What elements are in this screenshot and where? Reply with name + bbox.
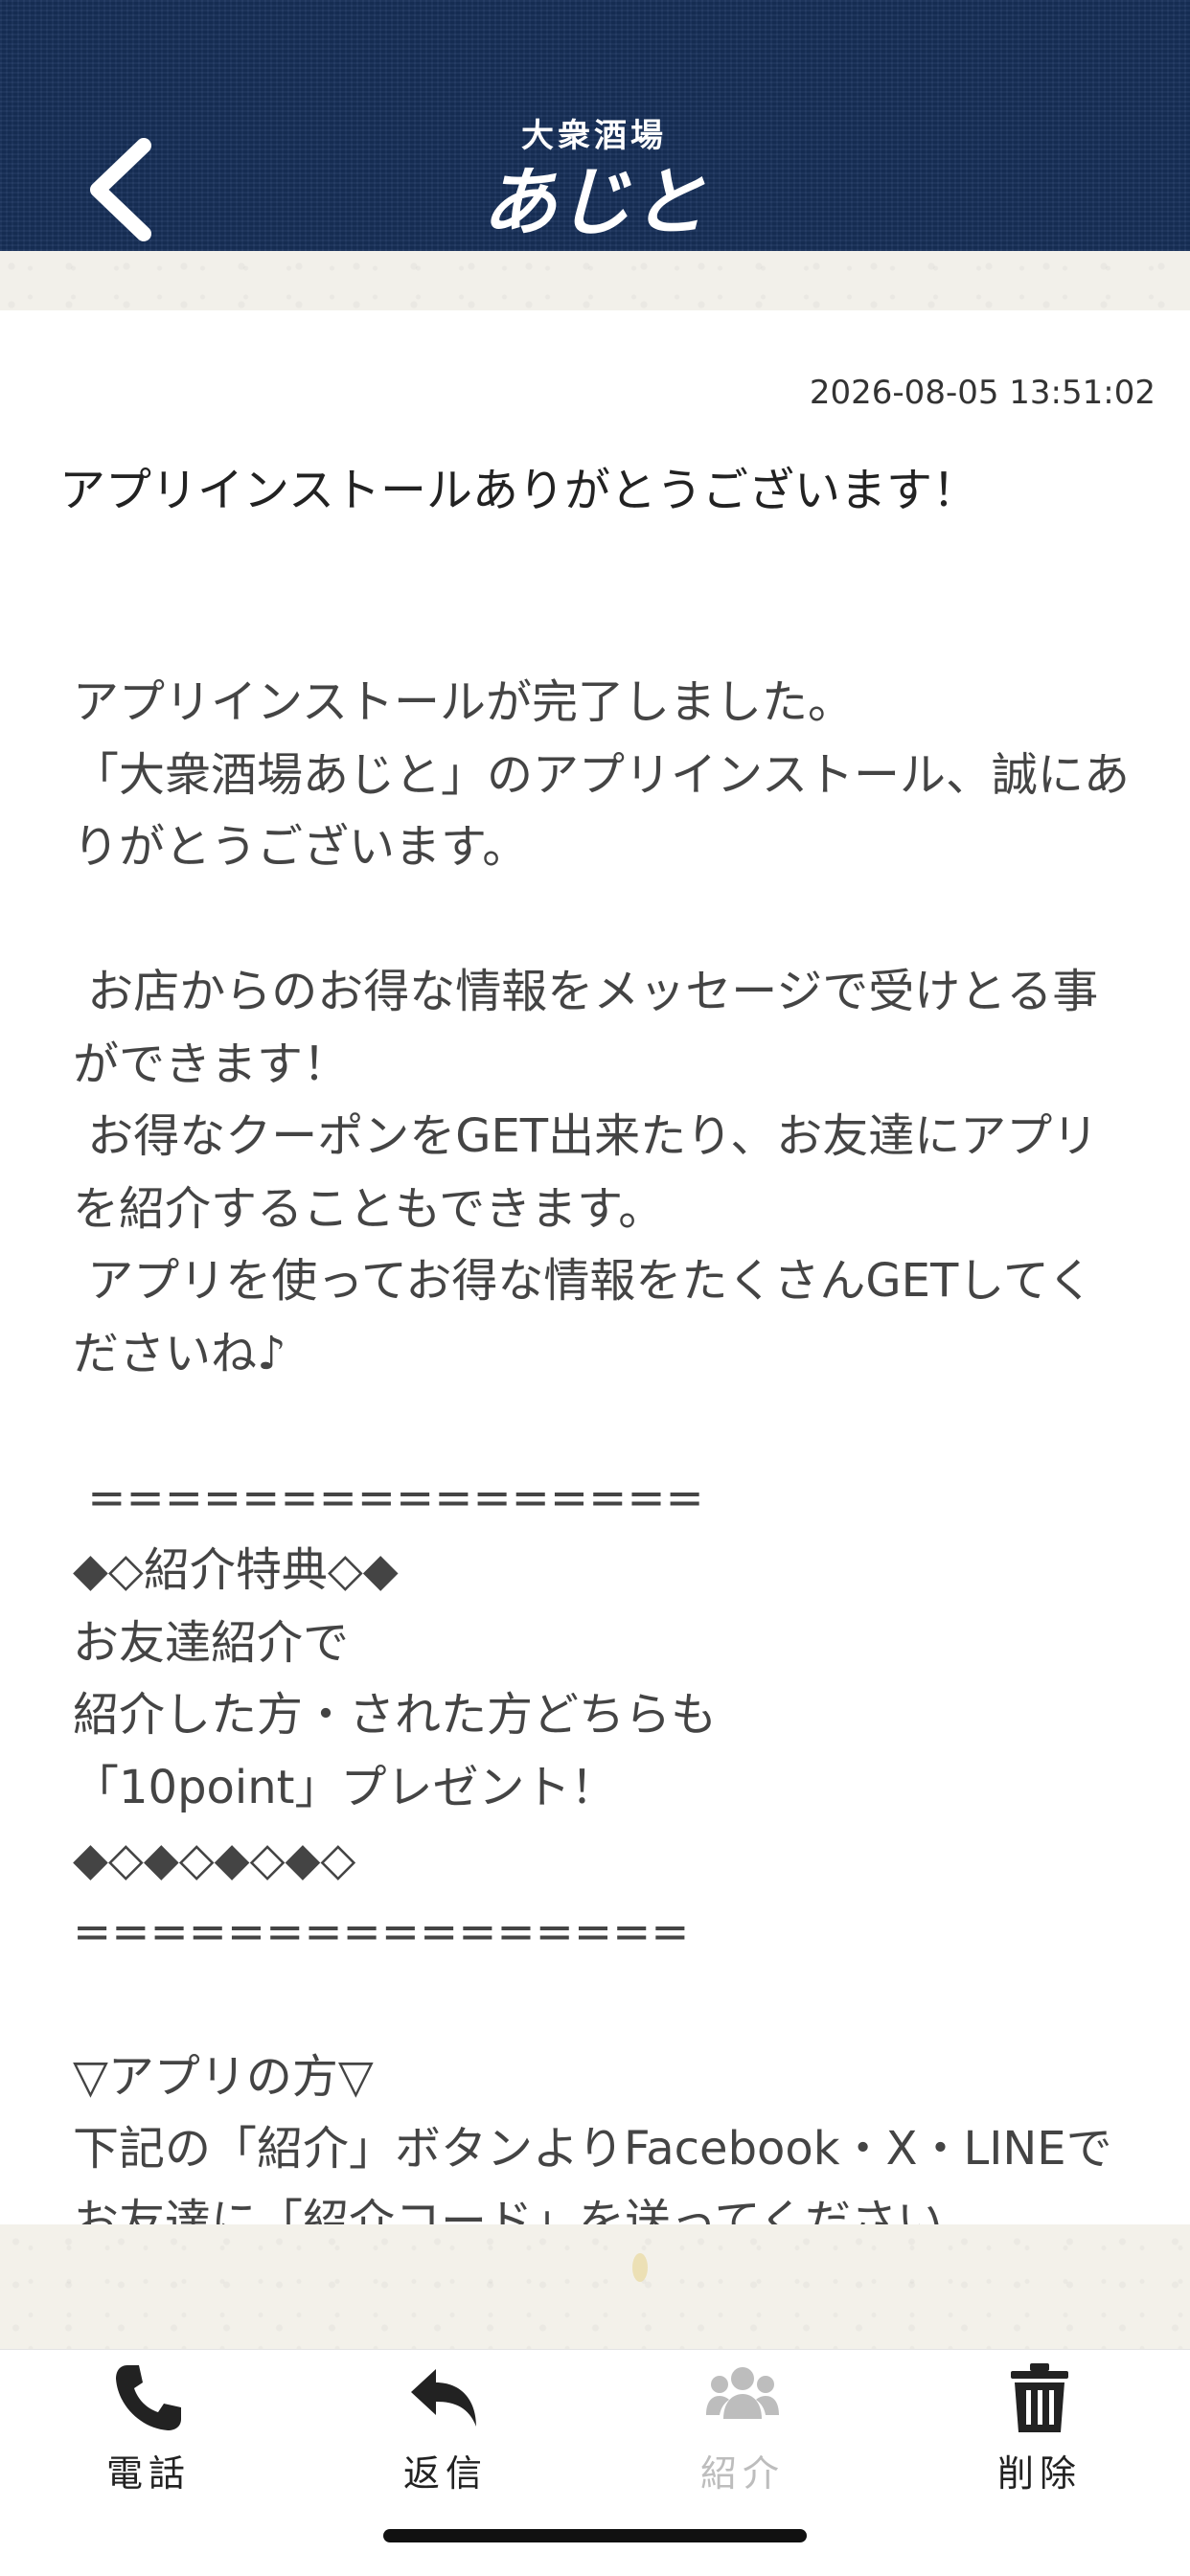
logo-title: あじと xyxy=(481,159,706,246)
referral-tab-label: 紹介 xyxy=(699,2452,785,2495)
phone-tab[interactable]: 電話 xyxy=(53,2359,244,2495)
reply-tab-label: 返信 xyxy=(402,2452,488,2495)
phone-icon xyxy=(116,2365,181,2430)
phone-tab-label: 電話 xyxy=(105,2452,191,2495)
referral-tab[interactable]: 紹介 xyxy=(647,2359,838,2495)
message-content[interactable]: 2026-08-05 13:51:02 アプリインストールありがとうございます！… xyxy=(0,310,1190,2224)
footer-paper-strip xyxy=(0,2224,1190,2349)
users-icon xyxy=(706,2367,779,2419)
home-indicator xyxy=(383,2529,807,2542)
delete-tab-label: 削除 xyxy=(996,2452,1082,2495)
reply-icon xyxy=(411,2369,476,2427)
store-logo: 大衆酒場 あじと xyxy=(479,115,709,259)
message-title: アプリインストールありがとうございます！ xyxy=(59,464,979,517)
trash-icon xyxy=(1011,2363,1068,2432)
logo-subtitle: 大衆酒場 xyxy=(521,117,667,155)
message-timestamp: 2026-08-05 13:51:02 xyxy=(809,374,1156,412)
reply-tab[interactable]: 返信 xyxy=(350,2359,541,2495)
message-body: アプリインストールが完了しました。 「大衆酒場あじと」のアプリインストール、誠に… xyxy=(73,675,1131,2224)
header-paper-strip xyxy=(0,251,1190,310)
chevron-left-icon xyxy=(90,138,151,241)
delete-tab[interactable]: 削除 xyxy=(944,2359,1135,2495)
paper-fleck xyxy=(632,2253,648,2282)
app-header: 大衆酒場 あじと xyxy=(0,0,1190,251)
back-button[interactable] xyxy=(67,125,172,249)
